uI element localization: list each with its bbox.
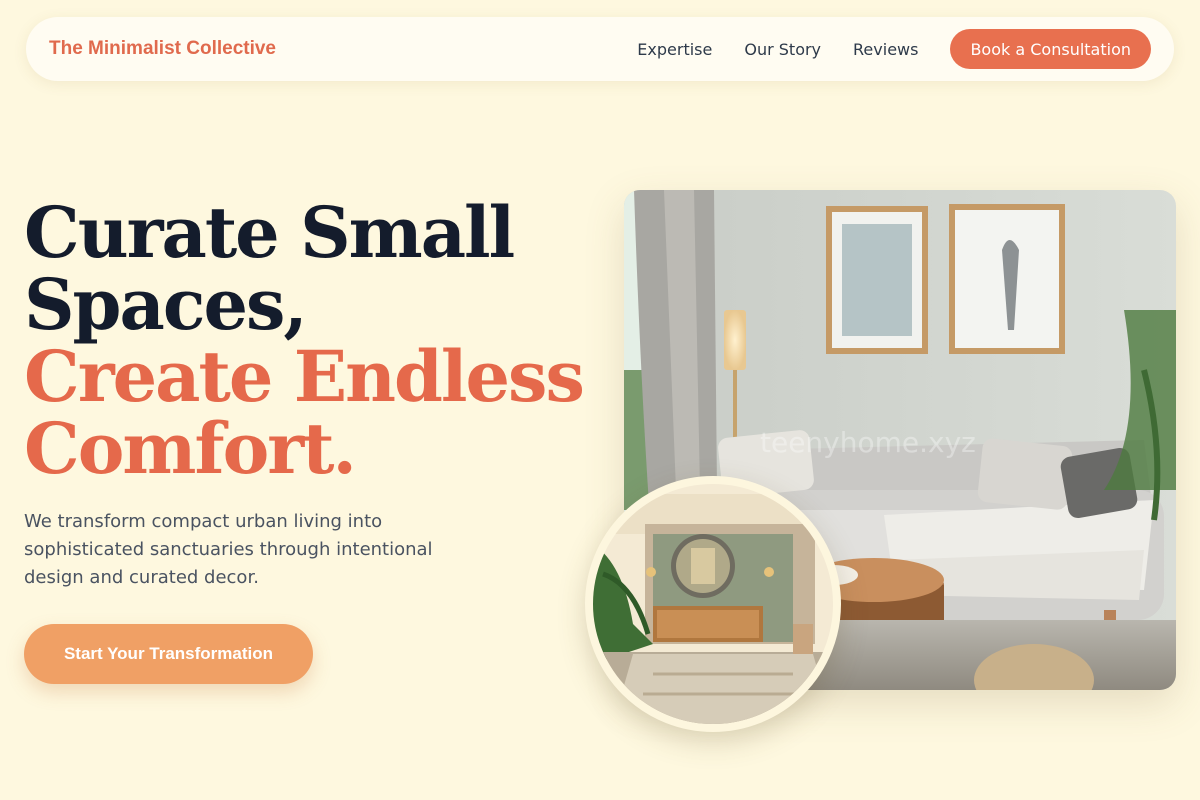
hero-heading: Curate Small Spaces, Create Endless Comf… xyxy=(24,191,585,490)
hero-heading-line-1: Curate Small xyxy=(24,191,515,274)
brand-logo[interactable]: The Minimalist Collective xyxy=(49,38,276,60)
nav-link-reviews[interactable]: Reviews xyxy=(853,40,918,59)
photo-watermark: teenyhome.xyz xyxy=(760,426,976,459)
start-transformation-button[interactable]: Start Your Transformation xyxy=(24,624,313,684)
hero-heading-line-4: Comfort. xyxy=(24,407,357,490)
nav-link-expertise[interactable]: Expertise xyxy=(637,40,712,59)
entryway-circle-photo xyxy=(585,476,841,732)
nav-menu: Expertise Our Story Reviews Book a Consu… xyxy=(637,29,1151,69)
book-consultation-button[interactable]: Book a Consultation xyxy=(950,29,1151,69)
hero-heading-line-2: Spaces, xyxy=(24,263,308,346)
nav-link-our-story[interactable]: Our Story xyxy=(744,40,821,59)
top-navigation: The Minimalist Collective Expertise Our … xyxy=(26,17,1174,81)
hero-description: We transform compact urban living into s… xyxy=(24,511,433,588)
hero-heading-line-3: Create Endless xyxy=(24,335,585,418)
